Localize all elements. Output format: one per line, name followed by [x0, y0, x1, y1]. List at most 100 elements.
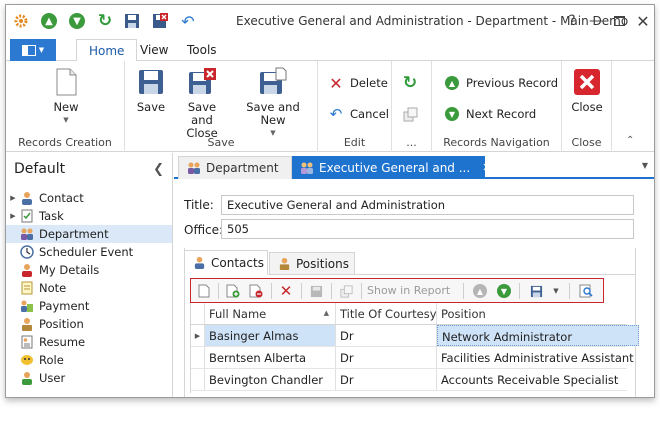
- group-label-misc: ...: [406, 136, 417, 149]
- nav-item-my-details[interactable]: My Details: [6, 261, 172, 279]
- close-window-button[interactable]: ✕: [633, 11, 653, 31]
- close-button[interactable]: Close: [570, 67, 604, 114]
- link-record-icon[interactable]: [224, 282, 242, 300]
- undo-icon[interactable]: ↶: [179, 12, 197, 31]
- close-x-icon: [572, 67, 602, 97]
- group-edit: ✕ Delete ↶ Cancel Edit: [318, 61, 392, 152]
- nav-group-header[interactable]: Default: [14, 161, 65, 177]
- maximize-button[interactable]: [609, 11, 629, 31]
- new-document-icon: [51, 67, 81, 97]
- delete-button[interactable]: ✕ Delete: [328, 73, 388, 93]
- show-in-report-button[interactable]: Show in Report: [367, 284, 450, 297]
- save-and-close-button[interactable]: Save and Close: [177, 67, 227, 140]
- group-label-edit: Edit: [343, 136, 366, 149]
- export-dropdown-icon[interactable]: ▼: [547, 282, 565, 300]
- expand-icon[interactable]: ▶: [6, 194, 20, 202]
- title-label: Title:: [184, 198, 214, 212]
- table-row[interactable]: ▶ Basinger Almas Dr Network Administrato…: [191, 325, 639, 347]
- minimize-button[interactable]: —: [586, 11, 606, 31]
- next-record-qa-icon[interactable]: ▼: [68, 12, 86, 30]
- office-field[interactable]: [221, 219, 634, 239]
- save-new-label: Save and New: [246, 100, 300, 127]
- cell-position[interactable]: Facilities Administrative Assistant: [437, 347, 639, 368]
- nav-item-contact[interactable]: ▶ Contact: [6, 189, 172, 207]
- ribbon-tab-row: ▼ Home View Tools: [6, 37, 654, 62]
- cell-title-of-courtesy[interactable]: Dr: [336, 325, 437, 346]
- doc-tab-label: Department: [206, 161, 279, 175]
- nav-item-task[interactable]: ▶ Task: [6, 207, 172, 225]
- cancel-button[interactable]: ↶ Cancel: [328, 104, 389, 124]
- tab-contacts[interactable]: Contacts: [184, 250, 268, 275]
- refresh-icon[interactable]: ↻: [96, 11, 114, 31]
- nav-item-department[interactable]: Department: [6, 225, 172, 243]
- file-menu-button[interactable]: ▼: [10, 39, 56, 61]
- tab-view[interactable]: View: [128, 39, 180, 62]
- previous-record-button[interactable]: ▲ Previous Record: [444, 73, 558, 93]
- expand-icon[interactable]: ▶: [6, 212, 20, 220]
- clone-disabled-icon[interactable]: [337, 282, 355, 300]
- cell-full-name[interactable]: Berntsen Alberta: [205, 347, 336, 368]
- nav-item-label: User: [39, 371, 66, 385]
- column-header-position[interactable]: Position: [437, 303, 639, 324]
- cell-position[interactable]: Network Administrator: [437, 325, 639, 346]
- cell-title-of-courtesy[interactable]: Dr: [336, 369, 437, 390]
- clone-icon: [402, 106, 418, 122]
- new-button[interactable]: New ▼: [46, 67, 86, 127]
- save-and-new-button[interactable]: Save and New ▼: [235, 67, 311, 140]
- collapse-nav-icon[interactable]: ❮: [153, 162, 164, 177]
- nav-item-role[interactable]: Role: [6, 351, 172, 369]
- resume-icon: [20, 335, 34, 349]
- save-label: Save: [136, 100, 166, 114]
- previous-record-label: Previous Record: [466, 76, 558, 90]
- delete-icon[interactable]: ✕: [277, 282, 295, 300]
- task-icon: [20, 209, 34, 223]
- table-row[interactable]: Berntsen Alberta Dr Facilities Administr…: [191, 347, 634, 369]
- nav-item-scheduler-event[interactable]: Scheduler Event: [6, 243, 172, 261]
- next-record-button[interactable]: ▼ Next Record: [444, 104, 536, 124]
- table-row[interactable]: Bevington Chandler Dr Accounts Receivabl…: [191, 369, 627, 391]
- save-close-icon[interactable]: [151, 12, 169, 30]
- close-tab-icon[interactable]: ✕: [482, 161, 491, 174]
- cell-full-name[interactable]: Basinger Almas: [205, 325, 336, 346]
- doc-tab-executive[interactable]: Executive General and ... ✕: [292, 156, 491, 179]
- nav-item-position[interactable]: Position: [6, 315, 172, 333]
- doc-tab-department[interactable]: Department: [178, 156, 292, 179]
- group-label-records-creation: Records Creation: [18, 136, 112, 149]
- nav-item-resume[interactable]: Resume: [6, 333, 172, 351]
- my-details-icon: [20, 263, 34, 277]
- save-icon[interactable]: [123, 12, 141, 30]
- sort-ascending-icon: ▲: [323, 309, 329, 317]
- refresh-button[interactable]: ↻: [402, 73, 424, 93]
- new-record-icon[interactable]: [195, 282, 213, 300]
- user-icon: [20, 371, 34, 385]
- tab-tools[interactable]: Tools: [175, 39, 229, 62]
- search-icon[interactable]: [577, 282, 595, 300]
- position-icon: [20, 317, 34, 331]
- next-object-icon[interactable]: ▼: [495, 282, 513, 300]
- save-disabled-icon[interactable]: [307, 282, 325, 300]
- app-gear-icon[interactable]: [12, 12, 30, 30]
- collapse-ribbon-icon[interactable]: ⌃: [626, 135, 634, 146]
- export-icon[interactable]: [527, 282, 545, 300]
- title-field[interactable]: [221, 195, 634, 215]
- nav-item-note[interactable]: Note: [6, 279, 172, 297]
- nav-item-payment[interactable]: Payment: [6, 297, 172, 315]
- cell-position[interactable]: Accounts Receivable Specialist: [437, 369, 639, 390]
- scheduler-icon: [20, 245, 34, 259]
- column-header-full-name[interactable]: Full Name ▲: [205, 303, 336, 324]
- cell-title-of-courtesy[interactable]: Dr: [336, 347, 437, 368]
- clone-button[interactable]: [402, 104, 424, 124]
- column-header-title-of-courtesy[interactable]: Title Of Courtesy: [336, 303, 437, 324]
- tab-list-dropdown-icon[interactable]: ▼: [642, 161, 648, 170]
- help-icon[interactable]: ?: [562, 11, 582, 31]
- save-button[interactable]: Save: [135, 67, 167, 114]
- previous-object-icon[interactable]: ▲: [471, 282, 489, 300]
- previous-record-qa-icon[interactable]: ▲: [40, 12, 58, 30]
- tab-positions[interactable]: Positions: [269, 252, 355, 275]
- unlink-record-icon[interactable]: [247, 282, 265, 300]
- grid-toolbar: ✕ Show in Report ▲ ▼ ▼: [190, 278, 604, 303]
- cell-full-name[interactable]: Bevington Chandler: [205, 369, 336, 390]
- refresh-icon: ↻: [402, 73, 418, 93]
- office-label: Office:: [184, 223, 224, 237]
- nav-item-user[interactable]: User: [6, 369, 172, 387]
